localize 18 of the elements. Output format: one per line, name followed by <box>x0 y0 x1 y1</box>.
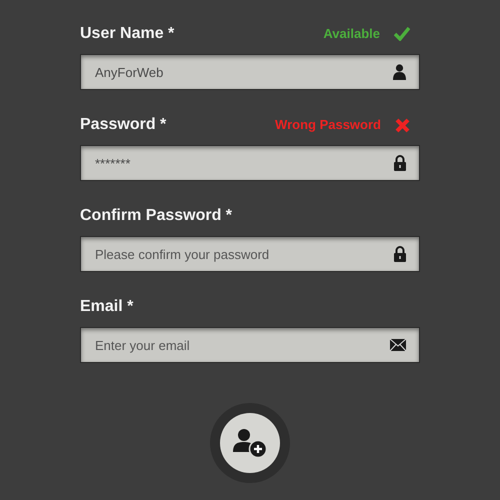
input-field[interactable]: AnyForWeb <box>80 54 420 90</box>
field-label: Email * <box>80 297 134 317</box>
person-icon <box>393 64 406 80</box>
lock-icon <box>394 246 406 262</box>
cross-icon <box>395 118 410 132</box>
input-field[interactable]: ******* <box>80 145 420 181</box>
check-icon <box>394 27 410 41</box>
add-user-button[interactable] <box>220 413 280 473</box>
status-message: Wrong Password <box>275 116 381 134</box>
lock-icon <box>394 155 406 171</box>
field-label: User Name * <box>80 24 174 44</box>
status-message: Available <box>323 25 380 44</box>
add-user-icon <box>233 428 267 458</box>
envelope-icon <box>390 339 406 351</box>
input-field[interactable]: Enter your email <box>80 327 420 363</box>
field-label: Password * <box>80 115 166 135</box>
field-label: Confirm Password * <box>80 206 232 226</box>
input-field[interactable]: Please confirm your password <box>80 236 420 272</box>
